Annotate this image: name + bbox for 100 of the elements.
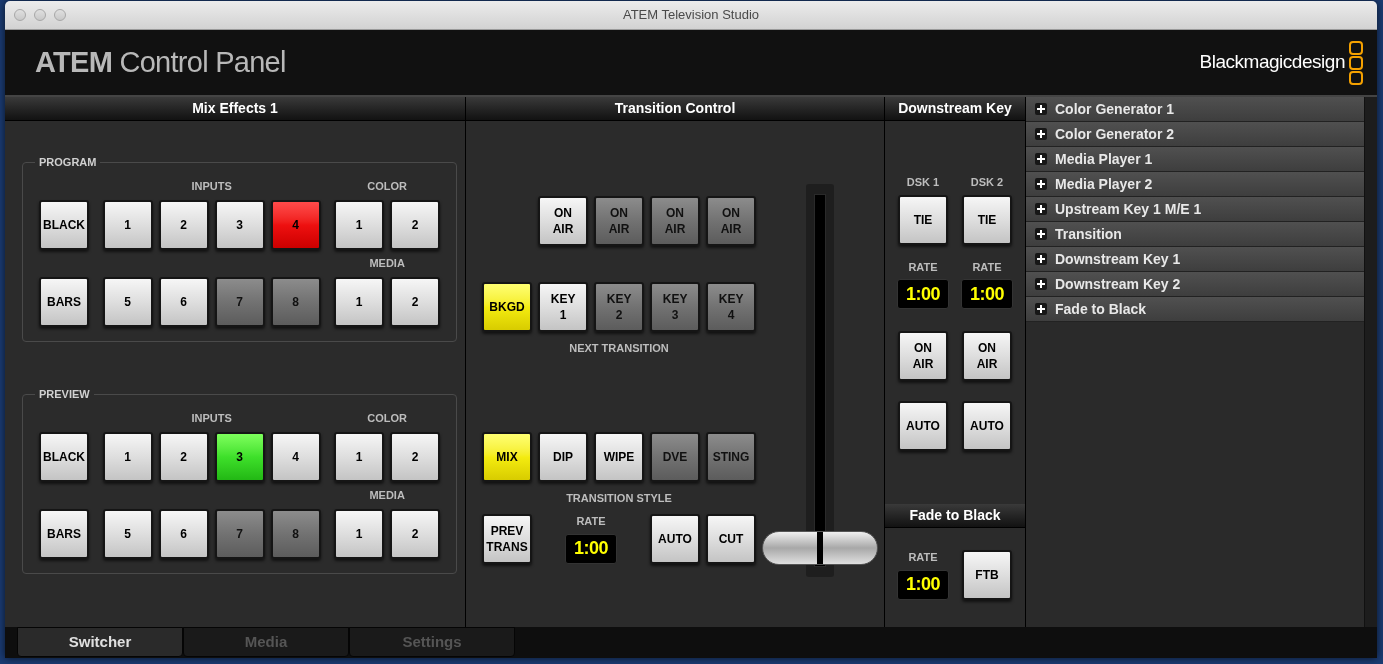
section-header: Transition Control bbox=[466, 97, 884, 121]
settings-row[interactable]: Downstream Key 2 bbox=[1026, 272, 1364, 297]
input-button[interactable]: 2 bbox=[158, 432, 209, 482]
settings-row[interactable]: Media Player 1 bbox=[1026, 147, 1364, 172]
auto-button[interactable]: AUTO bbox=[898, 401, 948, 451]
input-button[interactable]: 3 bbox=[214, 432, 265, 482]
transition-style-button[interactable]: WIPE bbox=[594, 431, 644, 482]
plus-icon bbox=[1035, 178, 1047, 190]
window-control-button[interactable] bbox=[14, 9, 26, 21]
t-bar-fader-drawing[interactable] bbox=[760, 184, 880, 577]
dsk-label: DSK 1 bbox=[906, 175, 940, 190]
color-button[interactable]: 1 bbox=[334, 432, 384, 482]
on-air-button[interactable]: ON AIR bbox=[650, 196, 700, 246]
rate-label: RATE bbox=[576, 514, 606, 529]
auto-button[interactable]: AUTO bbox=[962, 401, 1012, 451]
transition-style-button[interactable]: DVE bbox=[650, 431, 700, 482]
rate-display: 1:00 bbox=[897, 279, 949, 309]
media-button[interactable]: 2 bbox=[390, 509, 440, 559]
settings-row[interactable]: Fade to Black bbox=[1026, 297, 1364, 322]
color-button[interactable]: 2 bbox=[390, 432, 440, 482]
rate-display: 1:00 bbox=[961, 279, 1013, 309]
transition-style-button[interactable]: DIP bbox=[538, 431, 588, 482]
window-control-button[interactable] bbox=[34, 9, 46, 21]
section-label: NEXT TRANSITION bbox=[569, 341, 669, 356]
media-button[interactable]: 1 bbox=[334, 509, 384, 559]
app-title: ATEM Control Panel bbox=[35, 44, 286, 80]
plus-icon bbox=[1035, 128, 1047, 140]
tie-button[interactable]: TIE bbox=[962, 194, 1012, 245]
color-label: COLOR bbox=[367, 178, 407, 194]
next-transition-button[interactable]: KEY 1 bbox=[538, 282, 588, 332]
plus-icon bbox=[1035, 153, 1047, 165]
next-transition-button[interactable]: BKGD bbox=[482, 282, 532, 332]
input-button[interactable]: 6 bbox=[158, 509, 209, 559]
on-air-button[interactable]: ON AIR bbox=[962, 331, 1012, 381]
color-button[interactable]: 1 bbox=[334, 200, 384, 250]
input-button[interactable]: 1 bbox=[102, 200, 153, 250]
plus-icon bbox=[1035, 303, 1047, 315]
plus-icon bbox=[1035, 278, 1047, 290]
rate-display: 1:00 bbox=[565, 533, 617, 564]
source-button[interactable]: BARS bbox=[39, 509, 89, 559]
media-label: MEDIA bbox=[369, 255, 405, 271]
cut-button[interactable]: CUT bbox=[706, 513, 756, 564]
input-button[interactable]: 1 bbox=[102, 432, 153, 482]
next-transition-button[interactable]: KEY 4 bbox=[706, 282, 756, 332]
section-header: Fade to Black bbox=[885, 504, 1025, 528]
section-label: TRANSITION STYLE bbox=[566, 490, 672, 506]
input-button[interactable]: 8 bbox=[270, 277, 321, 327]
dsk-label: DSK 2 bbox=[970, 175, 1004, 190]
ftb-button[interactable]: FTB bbox=[962, 549, 1012, 600]
input-button[interactable]: 7 bbox=[214, 277, 265, 327]
input-button[interactable]: 5 bbox=[102, 277, 153, 327]
settings-row[interactable]: Color Generator 2 bbox=[1026, 122, 1364, 147]
window-title: ATEM Television Studio bbox=[622, 6, 760, 25]
source-button[interactable]: BLACK bbox=[39, 432, 89, 482]
input-button[interactable]: 8 bbox=[270, 509, 321, 559]
input-button[interactable]: 6 bbox=[158, 277, 209, 327]
media-label: MEDIA bbox=[369, 487, 405, 503]
input-button[interactable]: 3 bbox=[214, 200, 265, 250]
settings-row[interactable]: Downstream Key 1 bbox=[1026, 247, 1364, 272]
color-button[interactable]: 2 bbox=[390, 200, 440, 250]
logo-squares-icon bbox=[1349, 40, 1363, 85]
prev-trans-button[interactable]: PREV TRANS bbox=[482, 513, 532, 564]
next-transition-button[interactable]: KEY 2 bbox=[594, 282, 644, 332]
input-button[interactable]: 5 bbox=[102, 509, 153, 559]
rate-label: RATE bbox=[972, 259, 1002, 275]
transition-style-button[interactable]: STING bbox=[706, 431, 756, 482]
tab[interactable]: Switcher bbox=[17, 627, 183, 657]
on-air-button[interactable]: ON AIR bbox=[898, 331, 948, 381]
rate-label: RATE bbox=[908, 550, 938, 565]
settings-row[interactable]: Media Player 2 bbox=[1026, 172, 1364, 197]
plus-icon bbox=[1035, 228, 1047, 240]
source-button[interactable]: BLACK bbox=[39, 200, 89, 250]
section-header: Mix Effects 1 bbox=[5, 97, 465, 121]
window-control-button[interactable] bbox=[54, 9, 66, 21]
rate-label: RATE bbox=[908, 259, 938, 275]
on-air-button[interactable]: ON AIR bbox=[538, 196, 588, 246]
section-header: Downstream Key bbox=[885, 97, 1025, 121]
media-button[interactable]: 1 bbox=[334, 277, 384, 327]
plus-icon bbox=[1035, 253, 1047, 265]
input-button[interactable]: 4 bbox=[270, 200, 321, 250]
transition-style-button[interactable]: MIX bbox=[482, 431, 532, 482]
brand-logo: Blackmagicdesign bbox=[1199, 50, 1345, 75]
inputs-label: INPUTS bbox=[191, 178, 232, 194]
settings-row[interactable]: Upstream Key 1 M/E 1 bbox=[1026, 197, 1364, 222]
auto-button[interactable]: AUTO bbox=[650, 513, 700, 564]
input-button[interactable]: 7 bbox=[214, 509, 265, 559]
input-button[interactable]: 2 bbox=[158, 200, 209, 250]
plus-icon bbox=[1035, 103, 1047, 115]
next-transition-button[interactable]: KEY 3 bbox=[650, 282, 700, 332]
media-button[interactable]: 2 bbox=[390, 277, 440, 327]
plus-icon bbox=[1035, 203, 1047, 215]
source-button[interactable]: BARS bbox=[39, 277, 89, 327]
on-air-button[interactable]: ON AIR bbox=[706, 196, 756, 246]
settings-row[interactable]: Color Generator 1 bbox=[1026, 97, 1364, 122]
tie-button[interactable]: TIE bbox=[898, 194, 948, 245]
settings-row[interactable]: Transition bbox=[1026, 222, 1364, 247]
on-air-button[interactable]: ON AIR bbox=[594, 196, 644, 246]
input-button[interactable]: 4 bbox=[270, 432, 321, 482]
inputs-label: INPUTS bbox=[191, 410, 232, 426]
rate-display: 1:00 bbox=[897, 569, 949, 600]
